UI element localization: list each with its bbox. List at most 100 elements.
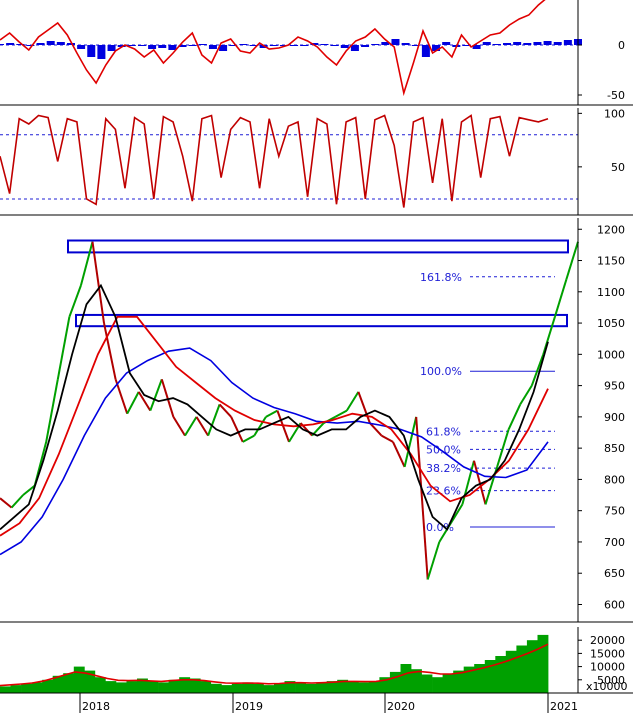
fibonacci-level-label: 38.2% [426,462,461,475]
volume-bar [421,674,433,693]
price-tick-label: 1100 [597,286,625,299]
macd-histogram-bar [198,44,207,45]
macd-histogram-bar [401,43,410,45]
macd-histogram-bar [188,45,197,46]
volume-tick-label: 20000 [590,634,625,647]
stochastic-tick-label: 100 [604,107,625,120]
macd-histogram-bar [320,44,329,45]
volume-tick-label: 10000 [590,661,625,674]
macd-histogram-bar [148,45,157,49]
fibonacci-level-label: 50.0% [426,443,461,456]
volume-bar [63,673,75,693]
volume-bar [347,681,359,693]
stock-chart: 0-50 10050 161.8%100.0%61.8%50.0%38.2%23… [0,0,633,713]
macd-histogram-bar [482,42,491,45]
volume-bar [505,650,517,693]
macd-histogram-bar [543,41,552,45]
macd-histogram-bar [107,45,116,51]
x-axis-tick-label: 2018 [82,700,110,713]
macd-histogram-bar [137,45,146,46]
fibonacci-level-label: 161.8% [420,271,462,284]
macd-histogram-bar [269,45,278,46]
volume-bar [105,681,117,693]
x-axis-tick-label: 2021 [550,700,578,713]
macd-histogram-bar [361,45,370,47]
volume-bar [305,683,317,693]
volume-bar [242,682,254,693]
macd-tick-label: -50 [607,89,625,102]
macd-histogram-bar [553,42,562,45]
macd-histogram-bar [391,39,400,45]
fibonacci-level-label: 61.8% [426,425,461,438]
macd-histogram-bar [0,44,4,45]
macd-histogram-bar [492,44,501,45]
macd-panel-bg [0,0,578,105]
volume-bar [274,683,285,693]
price-tick-label: 700 [604,536,625,549]
price-tick-label: 750 [604,505,625,518]
macd-histogram-bar [56,42,65,45]
price-tick-label: 650 [604,567,625,580]
macd-histogram-bar [36,43,45,45]
volume-bar [210,683,222,693]
volume-tick-label: 15000 [590,647,625,660]
macd-histogram-bar [239,44,248,45]
macd-histogram-bar [371,44,380,45]
stochastic-tick-label: 50 [611,161,625,174]
volume-bar [526,640,538,693]
x-axis-tick-label: 2020 [387,700,415,713]
macd-histogram-bar [523,43,532,45]
volume-bar [537,634,549,693]
volume-bar [231,683,243,693]
volume-bar [389,671,401,693]
volume-bar [31,682,43,693]
macd-histogram-bar [87,45,96,57]
price-tick-label: 850 [604,442,625,455]
volume-bar [21,683,32,693]
macd-histogram-bar [533,42,542,45]
volume-bar [295,682,306,693]
macd-histogram-bar [290,45,299,46]
macd-histogram-bar [77,45,86,49]
volume-bar [168,679,180,693]
price-tick-label: 900 [604,411,625,424]
volume-bar [442,674,454,693]
volume-bar [221,685,233,693]
volume-bar [158,682,169,693]
volume-bar [400,664,412,693]
macd-histogram-bar [330,45,339,46]
macd-histogram-bar [97,45,106,59]
price-tick-label: 600 [604,598,625,611]
volume-bar [263,685,275,693]
macd-histogram-bar [513,42,522,45]
macd-histogram-bar [563,40,572,45]
macd-histogram-bar [300,45,309,46]
volume-unit-label: x10000 [586,680,628,693]
price-panel-bg [0,218,578,622]
price-tick-label: 1200 [597,223,625,236]
volume-bar [432,677,443,693]
volume-bar [126,681,138,693]
macd-histogram-bar [340,45,349,48]
macd-histogram-bar [46,41,55,45]
volume-bar [368,681,380,693]
volume-bar [316,682,328,693]
volume-bar [147,681,159,693]
volume-bar [94,677,106,693]
price-tick-label: 1150 [597,255,625,268]
volume-bar [358,682,370,693]
macd-histogram-bar [158,45,167,48]
volume-bar [200,681,212,693]
price-tick-label: 800 [604,473,625,486]
macd-histogram-bar [208,45,217,49]
x-axis: 2018 2019 2020 2021 [79,693,578,713]
volume-bar [516,645,528,693]
fibonacci-level-label: 100.0% [420,365,462,378]
macd-histogram-bar [168,45,177,50]
macd-tick-label: 0 [618,39,625,52]
macd-histogram-bar [421,45,430,57]
macd-histogram-bar [6,43,15,45]
price-tick-label: 950 [604,380,625,393]
macd-histogram-bar [503,43,512,45]
volume-bar [10,685,22,693]
